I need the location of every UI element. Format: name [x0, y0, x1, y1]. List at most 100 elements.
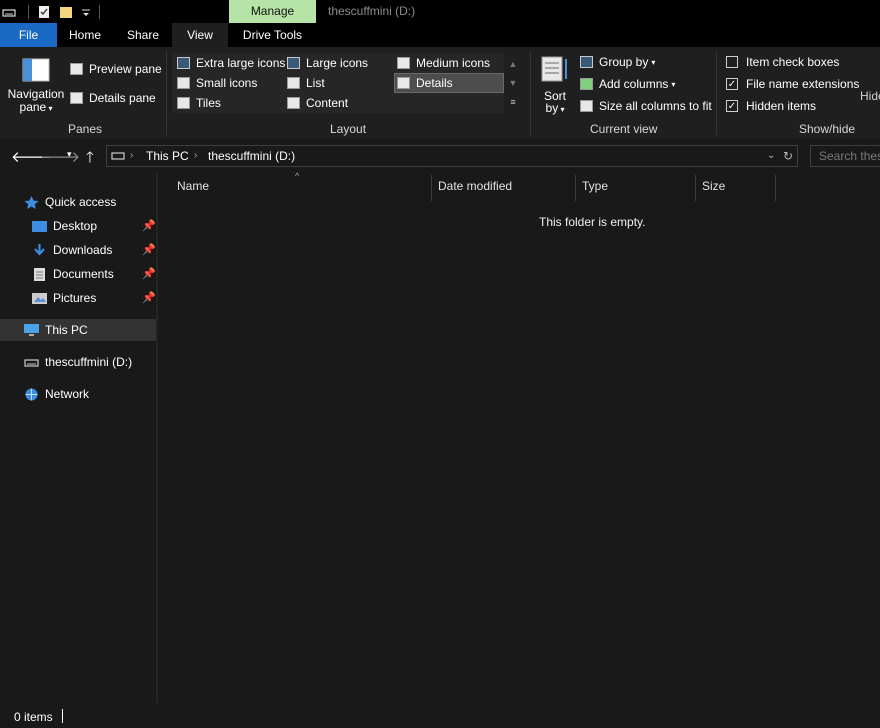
preview-pane-button[interactable]: Preview pane: [70, 62, 162, 76]
refresh-icon[interactable]: ↻: [783, 149, 793, 163]
status-bar: 0 items: [0, 703, 880, 728]
item-check-boxes-toggle[interactable]: Item check boxes: [726, 55, 839, 69]
nav-item-desktop[interactable]: Desktop: [32, 215, 97, 237]
details-label: Details: [416, 76, 453, 90]
column-divider[interactable]: [431, 175, 432, 201]
computer-icon: [24, 323, 39, 337]
ribbon-tabs: File Home Share View Drive Tools: [0, 23, 880, 47]
scroll-up-icon[interactable]: ▲: [507, 55, 519, 74]
column-divider[interactable]: [695, 175, 696, 201]
desktop-icon: [32, 220, 47, 233]
picture-icon: [32, 292, 47, 305]
pin-icon[interactable]: 📌: [142, 291, 156, 304]
navigation-pane-button[interactable]: Navigation pane ▾: [6, 55, 66, 119]
nav-label: Desktop: [53, 219, 98, 233]
item-check-boxes-checkbox[interactable]: [726, 56, 738, 68]
recent-locations-chevron-icon[interactable]: ▾: [67, 149, 72, 160]
address-row: 🡐 🡒 ▾ 🡑 › This PC › thescuffmini (D:) ⌄ …: [0, 139, 880, 173]
medium-icons-label: Medium icons: [416, 56, 491, 70]
layout-tiles[interactable]: Tiles: [177, 96, 221, 110]
scroll-down-icon[interactable]: ▼: [507, 74, 519, 93]
sort-by-button[interactable]: Sort by ▾: [538, 55, 572, 119]
drive-icon: [111, 150, 125, 165]
medium-icons-icon: [397, 57, 410, 69]
group-label-show-hide: Show/hide: [799, 122, 856, 136]
tab-home[interactable]: Home: [58, 23, 112, 47]
nav-item-drive[interactable]: thescuffmini (D:): [24, 351, 132, 373]
layout-medium-icons[interactable]: Medium icons: [397, 56, 490, 70]
divider: [166, 51, 167, 135]
tab-manage[interactable]: Manage: [229, 0, 316, 23]
search-input[interactable]: Search thes: [810, 145, 880, 167]
hide-selected-items-button[interactable]: Hide: [860, 89, 880, 103]
layout-details[interactable]: Details: [397, 76, 453, 90]
file-name-extensions-checkbox[interactable]: ✓: [726, 78, 738, 90]
details-pane-label: Details pane: [89, 91, 156, 105]
forward-arrow-icon[interactable]: 🡒: [40, 147, 80, 166]
breadcrumb-chevron-icon[interactable]: ›: [194, 150, 197, 161]
file-list[interactable]: ^ Name Date modified Type Size This fold…: [158, 171, 880, 703]
sort-ascending-icon: ^: [295, 171, 300, 181]
size-all-columns-icon: [580, 100, 593, 112]
document-icon: [32, 267, 47, 281]
size-all-columns-button[interactable]: Size all columns to fit: [580, 99, 712, 113]
sort-by-icon: [540, 55, 570, 85]
breadcrumb-this-pc[interactable]: This PC: [146, 149, 189, 163]
tab-view[interactable]: View: [172, 23, 228, 47]
chevron-down-icon: ▾: [671, 79, 676, 89]
tiles-icon: [177, 97, 190, 109]
expand-gallery-icon[interactable]: ≡: [507, 93, 519, 112]
column-header-type[interactable]: Type: [582, 179, 608, 193]
tab-share[interactable]: Share: [116, 23, 170, 47]
column-header-size[interactable]: Size: [702, 179, 725, 193]
layout-list[interactable]: List: [287, 76, 325, 90]
item-count: 0 items: [14, 710, 53, 724]
drive-icon: [24, 356, 39, 369]
column-header-date-modified[interactable]: Date modified: [438, 179, 512, 193]
pin-icon[interactable]: 📌: [142, 219, 156, 232]
new-folder-icon[interactable]: [59, 5, 73, 19]
nav-label: thescuffmini (D:): [45, 355, 133, 369]
column-divider[interactable]: [575, 175, 576, 201]
layout-scroll[interactable]: ▲ ▼ ≡: [507, 55, 519, 112]
column-header-name[interactable]: Name: [177, 179, 209, 193]
layout-large-icons[interactable]: Large icons: [287, 56, 368, 70]
up-arrow-icon[interactable]: 🡑: [86, 147, 94, 172]
item-check-boxes-label: Item check boxes: [746, 55, 840, 69]
breadcrumb-drive[interactable]: thescuffmini (D:): [208, 149, 295, 163]
hidden-items-toggle[interactable]: ✓ Hidden items: [726, 99, 816, 113]
tab-file[interactable]: File: [0, 23, 57, 47]
hidden-items-checkbox[interactable]: ✓: [726, 100, 738, 112]
file-name-extensions-toggle[interactable]: ✓ File name extensions: [726, 77, 859, 91]
nav-label: Network: [45, 387, 90, 401]
properties-icon[interactable]: [37, 5, 51, 19]
add-columns-icon: [580, 78, 593, 90]
extra-large-icons-icon: [177, 57, 190, 69]
customize-toolbar-icon[interactable]: [79, 5, 93, 19]
nav-item-documents[interactable]: Documents: [32, 263, 114, 285]
layout-extra-large-icons[interactable]: Extra large icons: [177, 56, 285, 70]
nav-item-network[interactable]: Network: [24, 383, 89, 405]
group-by-button[interactable]: Group by ▾: [580, 55, 655, 69]
drive-icon[interactable]: [2, 5, 16, 19]
breadcrumb-chevron-icon[interactable]: ›: [130, 150, 133, 161]
nav-item-this-pc[interactable]: This PC: [24, 319, 88, 341]
column-divider[interactable]: [775, 175, 776, 201]
layout-content[interactable]: Content: [287, 96, 348, 110]
pin-icon[interactable]: 📌: [142, 243, 156, 256]
address-bar[interactable]: › This PC › thescuffmini (D:) ⌄ ↻: [106, 145, 798, 167]
nav-label: This PC: [45, 323, 88, 337]
nav-item-pictures[interactable]: Pictures: [32, 287, 96, 309]
nav-item-quick-access[interactable]: Quick access: [24, 191, 116, 213]
add-columns-button[interactable]: Add columns ▾: [580, 77, 675, 91]
nav-label: Pictures: [53, 291, 97, 305]
layout-small-icons[interactable]: Small icons: [177, 76, 257, 90]
navigation-pane-label: Navigation pane ▾: [7, 87, 65, 114]
chevron-down-icon: ▾: [651, 57, 656, 67]
address-dropdown-icon[interactable]: ⌄: [767, 150, 775, 161]
tab-drive-tools[interactable]: Drive Tools: [229, 23, 316, 47]
details-pane-button[interactable]: Details pane: [70, 91, 156, 105]
nav-item-downloads[interactable]: Downloads: [32, 239, 112, 261]
sort-by-label: Sort by ▾: [543, 89, 566, 115]
pin-icon[interactable]: 📌: [142, 267, 156, 280]
